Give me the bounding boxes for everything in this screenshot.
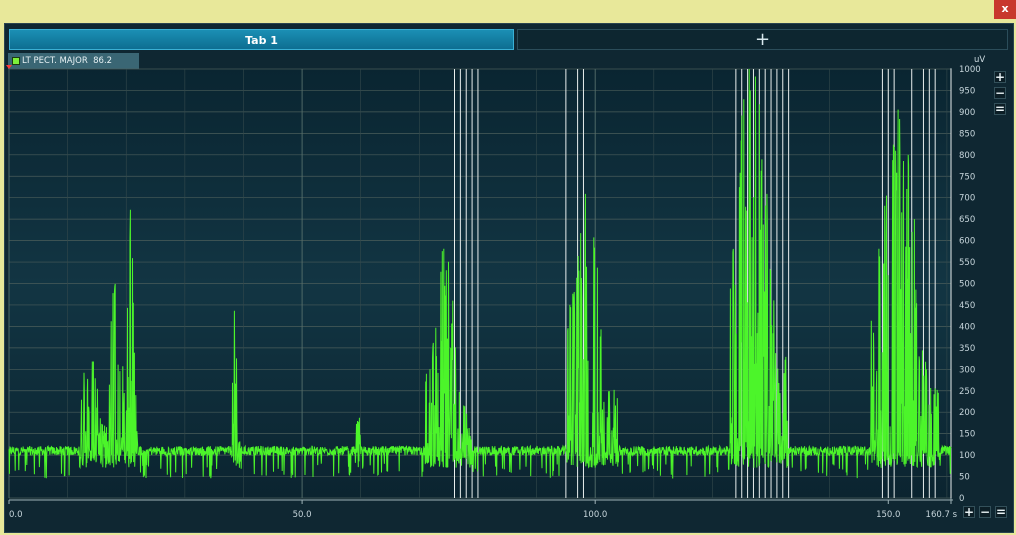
y-tick-label: 300 <box>959 365 975 375</box>
x-tick-label: 150.0 <box>876 510 900 520</box>
y-zoom-out-button[interactable]: − <box>994 87 1006 99</box>
close-button[interactable]: x <box>994 0 1016 19</box>
y-tick-label: 950 <box>959 86 975 96</box>
y-tick-label: 400 <box>959 322 975 332</box>
y-tick-label: 900 <box>959 108 975 118</box>
emg-chart[interactable]: 0 50 100 150 200 250 300 350 400 450 500 550 600 650 7… <box>5 24 1013 532</box>
x-tick-label: 50.0 <box>293 510 312 520</box>
y-tick-label: 650 <box>959 215 975 225</box>
y-tick-label: 450 <box>959 301 975 311</box>
y-tick-label: 850 <box>959 129 975 139</box>
y-tick-label: 150 <box>959 430 975 440</box>
y-tick-label: 1000 <box>959 65 981 75</box>
y-tick-label: 200 <box>959 408 975 418</box>
y-tick-label: 500 <box>959 280 975 290</box>
y-tick-label: 0 <box>959 494 964 504</box>
chart-panel: Tab 1 + LT PECT. MAJOR 86.2 uV 0 50 100 150… <box>4 23 1014 533</box>
x-tick-label: 160.7 s <box>926 510 958 520</box>
x-fit-button[interactable]: = <box>995 506 1007 518</box>
y-zoom-in-button[interactable]: + <box>994 71 1006 83</box>
y-tick-label: 600 <box>959 237 975 247</box>
x-tick-label: 0.0 <box>9 510 23 520</box>
y-tick-label: 250 <box>959 387 975 397</box>
y-tick-label: 100 <box>959 451 975 461</box>
start-marker <box>6 65 12 69</box>
y-fit-button[interactable]: = <box>994 103 1006 115</box>
y-tick-label: 550 <box>959 258 975 268</box>
y-tick-label: 50 <box>959 473 970 483</box>
y-tick-label: 350 <box>959 344 975 354</box>
x-zoom-out-button[interactable]: − <box>979 506 991 518</box>
y-tick-label: 750 <box>959 172 975 182</box>
y-tick-label: 700 <box>959 194 975 204</box>
x-tick-label: 100.0 <box>583 510 607 520</box>
y-tick-label: 800 <box>959 151 975 161</box>
x-zoom-in-button[interactable]: + <box>963 506 975 518</box>
